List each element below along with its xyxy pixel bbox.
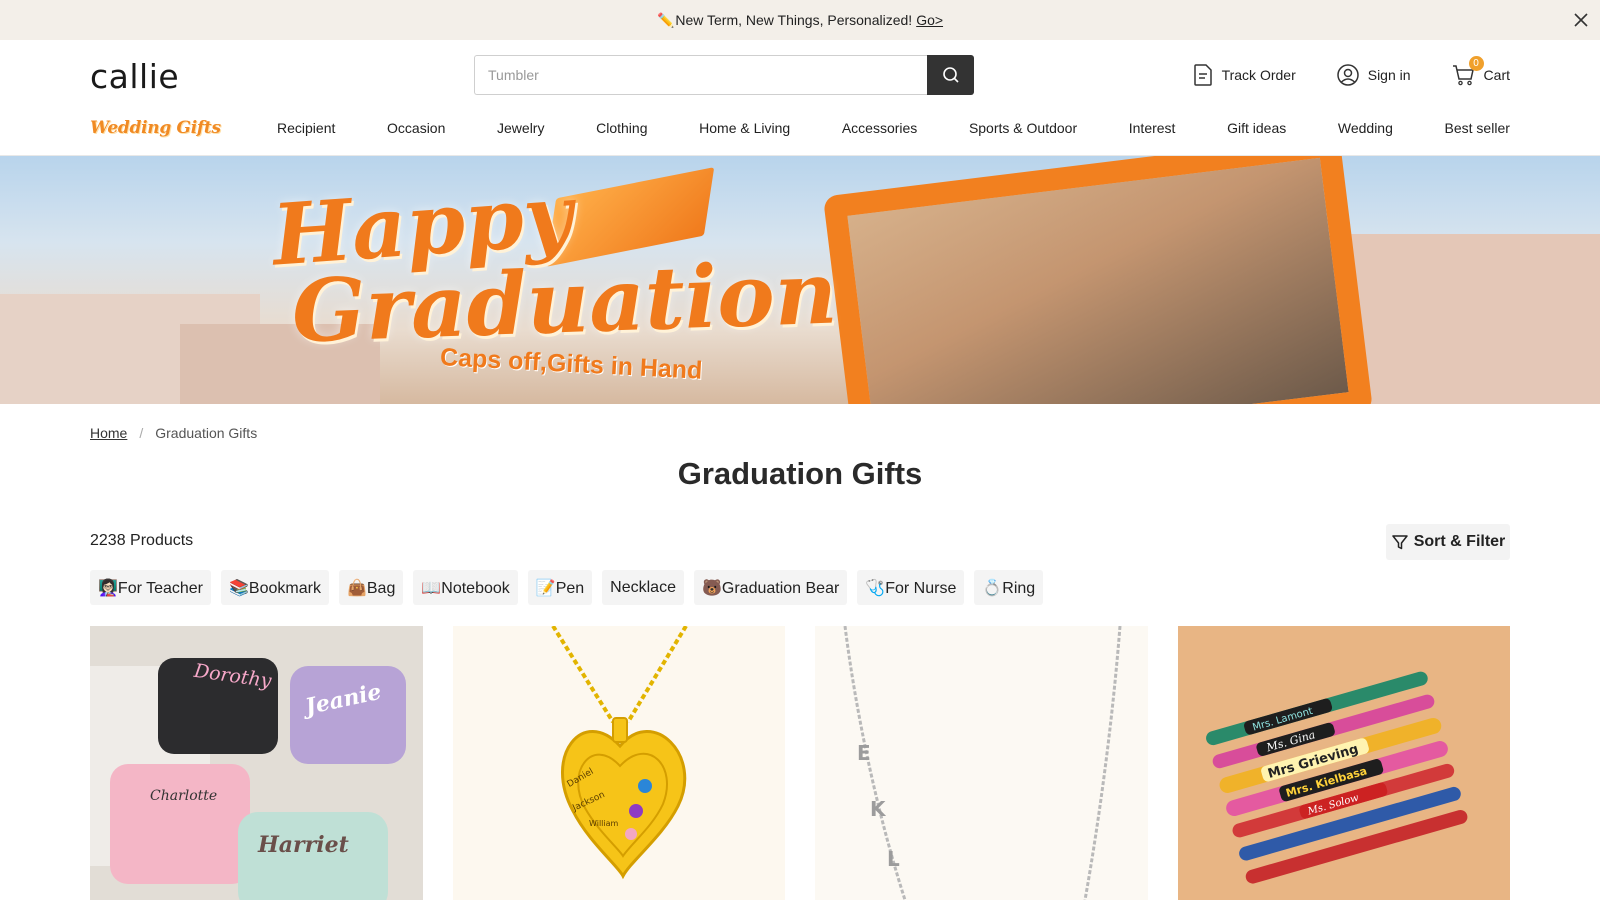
- product-image-duffel-bags: Dorothy Jeanie Charlotte Harriet: [90, 626, 423, 900]
- product-card[interactable]: Mrs. Lamont Ms. Gina Mrs Grieving Mrs. K…: [1177, 626, 1510, 900]
- chip-graduation-bear[interactable]: 🐻Graduation Bear: [693, 570, 848, 605]
- category-chips: 👩🏻‍🏫For Teacher 📚Bookmark 👜Bag 📖Notebook…: [90, 570, 1044, 605]
- search-icon: [942, 67, 959, 83]
- close-icon[interactable]: [1570, 9, 1592, 31]
- photo-frame: [822, 156, 1374, 404]
- nav-item-gift-ideas[interactable]: Gift ideas: [1227, 120, 1286, 136]
- nav-item-sports-outdoor[interactable]: Sports & Outdoor: [969, 120, 1077, 136]
- hero-headline: Happy Graduation: [269, 165, 839, 363]
- pencil-icon: ✏️: [656, 11, 675, 28]
- nav-item-wedding[interactable]: Wedding: [1338, 120, 1393, 136]
- banner-building: [1330, 234, 1600, 404]
- chip-bookmark[interactable]: 📚Bookmark: [221, 570, 329, 605]
- nav-item-best-seller[interactable]: Best seller: [1445, 120, 1510, 136]
- chip-ring[interactable]: 💍Ring: [974, 570, 1044, 605]
- nav-item-interest[interactable]: Interest: [1129, 120, 1176, 136]
- product-card[interactable]: E K L: [815, 626, 1148, 900]
- track-order-link[interactable]: Track Order: [1192, 63, 1296, 87]
- main-nav: Wedding Gifts Recipient Occasion Jewelry…: [0, 108, 1600, 156]
- sign-in-link[interactable]: Sign in: [1336, 63, 1411, 87]
- bag-name-label: Charlotte: [150, 788, 217, 804]
- product-image-glitter-pens: Mrs. Lamont Ms. Gina Mrs Grieving Mrs. K…: [1177, 626, 1510, 900]
- cart-link[interactable]: 0 Cart: [1451, 56, 1510, 87]
- product-count: 2238 Products: [90, 532, 194, 549]
- sign-in-label: Sign in: [1367, 67, 1411, 83]
- bag-name-label: Harriet: [257, 832, 349, 858]
- chip-for-teacher[interactable]: 👩🏻‍🏫For Teacher: [90, 570, 211, 605]
- sort-filter-button[interactable]: Sort & Filter: [1386, 524, 1510, 560]
- product-grid: Dorothy Jeanie Charlotte Harriet Daniel …: [90, 626, 1510, 900]
- page-title: Graduation Gifts: [677, 456, 923, 491]
- nav-item-home-living[interactable]: Home & Living: [699, 120, 790, 136]
- hero-line-2: Graduation: [290, 242, 839, 363]
- user-icon: [1336, 64, 1359, 86]
- product-card[interactable]: Daniel Jackson William: [452, 626, 785, 900]
- breadcrumb: Home / Graduation Gifts: [90, 425, 257, 441]
- product-image-heart-necklace: Daniel Jackson William: [452, 626, 785, 900]
- nav-item-occasion[interactable]: Occasion: [387, 120, 445, 136]
- track-order-label: Track Order: [1221, 67, 1296, 83]
- chip-bag[interactable]: 👜Bag: [338, 570, 404, 605]
- announcement-link[interactable]: Go>: [916, 12, 943, 28]
- announcement-bar: ✏️ New Term, New Things, Personalized! G…: [0, 0, 1600, 40]
- wedding-gifts-logo[interactable]: Wedding Gifts: [90, 112, 226, 144]
- product-card[interactable]: Dorothy Jeanie Charlotte Harriet: [90, 626, 423, 900]
- chip-for-nurse[interactable]: 🩺For Nurse: [857, 570, 965, 605]
- cart-count-badge: 0: [1468, 56, 1484, 71]
- hero-banner[interactable]: Happy Graduation Caps off,Gifts in Hand: [0, 156, 1600, 404]
- nav-item-clothing[interactable]: Clothing: [596, 120, 647, 136]
- product-image-letter-necklace: E K L: [815, 626, 1148, 900]
- nav-item-accessories[interactable]: Accessories: [842, 120, 917, 136]
- filter-icon: [1391, 535, 1408, 550]
- necklace-name-label: William: [589, 819, 619, 828]
- chip-pen[interactable]: 📝Pen: [527, 570, 593, 605]
- search-input[interactable]: [474, 55, 927, 95]
- letter-charm: K: [870, 797, 887, 821]
- breadcrumb-separator: /: [139, 425, 144, 441]
- announcement-text: New Term, New Things, Personalized!: [675, 12, 913, 28]
- chip-notebook[interactable]: 📖Notebook: [413, 570, 518, 605]
- wedding-gifts-label: Wedding Gifts: [90, 118, 221, 138]
- breadcrumb-home[interactable]: Home: [90, 425, 127, 441]
- search-button[interactable]: [927, 55, 974, 95]
- sort-filter-label: Sort & Filter: [1413, 533, 1506, 550]
- document-icon: [1193, 64, 1212, 86]
- site-logo[interactable]: callie: [90, 57, 179, 96]
- nav-item-recipient[interactable]: Recipient: [277, 120, 335, 136]
- header-actions: Track Order Sign in 0 Cart: [1192, 56, 1510, 88]
- search-bar: [474, 55, 974, 95]
- letter-charm: E: [857, 741, 871, 765]
- breadcrumb-current: Graduation Gifts: [155, 425, 258, 441]
- nav-item-jewelry[interactable]: Jewelry: [497, 120, 544, 136]
- cart-label: Cart: [1483, 67, 1510, 83]
- chip-necklace[interactable]: Necklace: [602, 570, 684, 605]
- nav-items: Recipient Occasion Jewelry Clothing Home…: [277, 108, 1510, 148]
- letter-charm: L: [887, 847, 900, 871]
